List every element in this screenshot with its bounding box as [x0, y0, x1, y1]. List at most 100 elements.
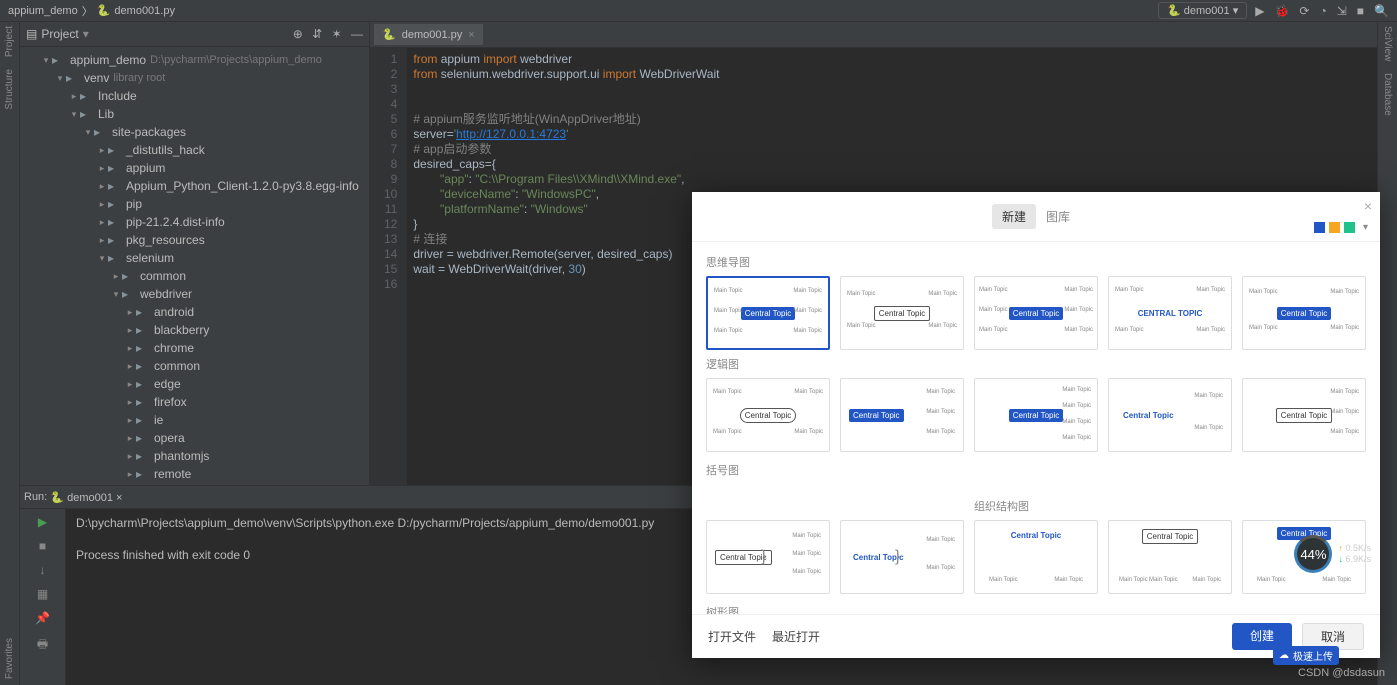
project-tool-button[interactable]: Project: [4, 26, 15, 57]
template-card[interactable]: Central TopicMain TopicMain TopicMain To…: [974, 378, 1098, 452]
section-title: 树形图: [706, 604, 1232, 614]
tree-item[interactable]: ▾▸venvlibrary root: [20, 69, 369, 87]
template-card[interactable]: Central TopicMain TopicMain TopicMain To…: [840, 378, 964, 452]
template-card[interactable]: Central Topic}Main TopicMain TopicMain T…: [706, 520, 830, 594]
section-title: 组织结构图: [974, 498, 1366, 514]
tree-item[interactable]: ▸▸blackberry: [20, 321, 369, 339]
template-card[interactable]: Central TopicMain TopicMain TopicMain To…: [706, 276, 830, 350]
color-scheme-picker[interactable]: ▾: [1314, 222, 1368, 233]
structure-tool-button[interactable]: Structure: [4, 69, 15, 110]
breadcrumb-project[interactable]: appium_demo: [8, 5, 78, 17]
recent-button[interactable]: 最近打开: [772, 628, 820, 645]
tree-item[interactable]: ▸▸common: [20, 267, 369, 285]
tree-item[interactable]: ▸▸pip: [20, 195, 369, 213]
tree-item[interactable]: ▸▸Include: [20, 87, 369, 105]
top-actions: 🐍 demo001 ▾ ▶ 🐞 ⟳ ◔ ⇲ ■ 🔍: [1158, 2, 1389, 19]
tab-new[interactable]: 新建: [992, 204, 1036, 229]
template-card[interactable]: Central Topic}Main TopicMain Topic: [840, 520, 964, 594]
watermark: CSDN @dsdasun: [1298, 667, 1385, 679]
section-title: 逻辑图: [706, 356, 1366, 372]
tree-item[interactable]: ▸▸phantomjs: [20, 447, 369, 465]
section-title: 思维导图: [706, 254, 1366, 270]
left-tool-gutter: Project Structure Favorites: [0, 22, 20, 685]
template-card[interactable]: Central TopicMain TopicMain Topic: [974, 520, 1098, 594]
tree-item[interactable]: ▸▸common: [20, 357, 369, 375]
upload-badge[interactable]: ☁ 极速上传: [1273, 646, 1339, 665]
template-card[interactable]: Central TopicMain TopicMain TopicMain To…: [1242, 276, 1366, 350]
stop-icon[interactable]: ■: [1357, 4, 1364, 18]
python-file-icon: 🐍: [382, 28, 396, 41]
tree-item[interactable]: ▸▸_distutils_hack: [20, 141, 369, 159]
xmind-dialog-header: 新建 图库 ▾ ×: [692, 192, 1380, 242]
tree-item[interactable]: ▸▸pkg_resources: [20, 231, 369, 249]
sidebar-title: Project: [41, 27, 78, 41]
template-card[interactable]: Central TopicMain TopicMain Topic: [1108, 378, 1232, 452]
perf-circle: 44%: [1294, 535, 1332, 573]
layout-icon[interactable]: ▦: [37, 587, 48, 601]
xmind-template-body: 思维导图 Central TopicMain TopicMain TopicMai…: [692, 242, 1380, 614]
breadcrumb: appium_demo 〉 🐍 demo001.py: [8, 3, 175, 19]
project-tree[interactable]: ▾▸appium_demoD:\pycharm\Projects\appium_…: [20, 47, 369, 485]
performance-badge[interactable]: 44% 0.5K/s 6.9K/s: [1294, 535, 1371, 573]
down-icon[interactable]: ↓: [40, 563, 46, 577]
open-file-button[interactable]: 打开文件: [708, 628, 756, 645]
cloud-icon: ☁: [1279, 650, 1289, 661]
print-icon[interactable]: 🖶: [37, 635, 48, 656]
template-card[interactable]: Central TopicMain TopicMain TopicMain To…: [974, 276, 1098, 350]
template-card[interactable]: CENTRAL TOPICMain TopicMain TopicMain To…: [1108, 276, 1232, 350]
database-tool-button[interactable]: Database: [1382, 73, 1393, 116]
project-dropdown-icon[interactable]: ▤: [26, 27, 37, 41]
breadcrumb-file[interactable]: demo001.py: [114, 5, 175, 17]
sidebar-header: ▤ Project ▾ ⊕ ⇵ ✶ —: [20, 22, 369, 47]
hide-icon[interactable]: —: [351, 27, 363, 41]
tree-item[interactable]: ▾▸Lib: [20, 105, 369, 123]
run-label: Run:: [24, 491, 47, 503]
editor-tabs: 🐍 demo001.py ×: [370, 22, 1377, 48]
xmind-new-dialog: 新建 图库 ▾ × 思维导图 Central TopicMain TopicMai…: [692, 192, 1380, 658]
editor-tab-active[interactable]: 🐍 demo001.py ×: [374, 24, 483, 45]
project-sidebar: ▤ Project ▾ ⊕ ⇵ ✶ — ▾▸appium_demoD:\pych…: [20, 22, 370, 485]
run-gutter: ▶ ■ ↓ ▦ 📌 🖶: [20, 509, 66, 685]
tree-item[interactable]: ▸▸pip-21.2.4.dist-info: [20, 213, 369, 231]
template-card[interactable]: Central TopicMain TopicMain TopicMain To…: [706, 378, 830, 452]
close-icon[interactable]: ×: [1364, 198, 1372, 214]
template-card[interactable]: Central TopicMain TopicMain TopicMain To…: [1108, 520, 1232, 594]
sciview-tool-button[interactable]: SciView: [1382, 26, 1393, 61]
locate-icon[interactable]: ⊕: [293, 27, 303, 41]
run-config-selector[interactable]: 🐍 demo001 ▾: [1158, 2, 1247, 19]
close-icon[interactable]: ×: [468, 29, 474, 41]
tree-item[interactable]: ▸▸appium: [20, 159, 369, 177]
python-file-icon: 🐍: [97, 4, 111, 17]
favorites-tool-button[interactable]: Favorites: [4, 638, 15, 679]
stop-icon[interactable]: ■: [39, 539, 46, 553]
search-icon[interactable]: 🔍: [1374, 4, 1389, 18]
tree-item[interactable]: ▸▸android: [20, 303, 369, 321]
tab-library[interactable]: 图库: [1036, 204, 1080, 229]
settings-icon[interactable]: ✶: [332, 27, 342, 41]
attach-icon[interactable]: ⇲: [1337, 4, 1347, 18]
debug-icon[interactable]: 🐞: [1274, 4, 1289, 18]
run-icon[interactable]: ▶: [1255, 4, 1264, 18]
template-card[interactable]: Central TopicMain TopicMain TopicMain To…: [1242, 378, 1366, 452]
tree-item[interactable]: ▸▸edge: [20, 375, 369, 393]
expand-icon[interactable]: ⇵: [312, 27, 322, 41]
tree-item[interactable]: ▾▸appium_demoD:\pycharm\Projects\appium_…: [20, 51, 369, 69]
right-tool-gutter: SciView Database: [1377, 22, 1397, 685]
coverage-icon[interactable]: ⟳: [1299, 4, 1309, 18]
template-card[interactable]: Central TopicMain TopicMain TopicMain To…: [840, 276, 964, 350]
tree-item[interactable]: ▸▸ie: [20, 411, 369, 429]
tree-item[interactable]: ▾▸site-packages: [20, 123, 369, 141]
tree-item[interactable]: ▾▸selenium: [20, 249, 369, 267]
tree-item[interactable]: ▾▸webdriver: [20, 285, 369, 303]
pin-icon[interactable]: 📌: [35, 611, 50, 625]
profile-icon[interactable]: ◔: [1319, 4, 1326, 18]
tree-item[interactable]: ▸▸chrome: [20, 339, 369, 357]
rerun-icon[interactable]: ▶: [38, 515, 47, 529]
tree-item[interactable]: ▸▸remote: [20, 465, 369, 483]
tree-item[interactable]: ▸▸Appium_Python_Client-1.2.0-py3.8.egg-i…: [20, 177, 369, 195]
tree-item[interactable]: ▸▸opera: [20, 429, 369, 447]
top-breadcrumb-bar: appium_demo 〉 🐍 demo001.py 🐍 demo001 ▾ ▶…: [0, 0, 1397, 22]
run-tab[interactable]: 🐍 demo001 ×: [50, 491, 122, 504]
section-title: 括号图: [706, 462, 964, 478]
tree-item[interactable]: ▸▸firefox: [20, 393, 369, 411]
